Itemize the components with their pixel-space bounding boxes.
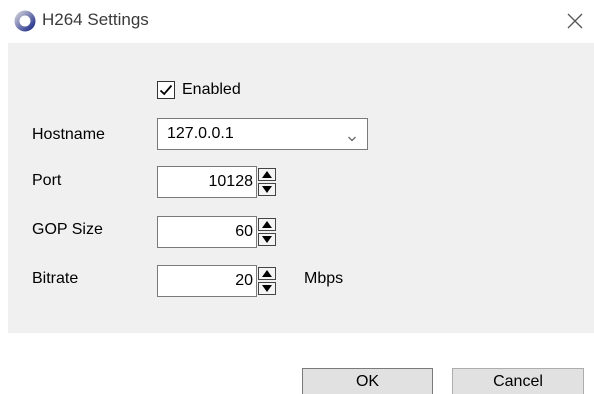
bitrate-spinbox (157, 265, 285, 297)
bitrate-label: Bitrate (32, 270, 79, 287)
cancel-button[interactable]: Cancel (452, 368, 584, 394)
arrow-up-icon (262, 221, 272, 228)
port-input[interactable] (157, 166, 257, 198)
port-label: Port (32, 172, 62, 189)
port-decrement-button[interactable] (258, 183, 276, 196)
port-spinbox (157, 166, 285, 198)
arrow-down-icon (262, 285, 272, 292)
enabled-label: Enabled (182, 81, 241, 98)
gop-size-label: GOP Size (32, 221, 103, 238)
hostname-value: 127.0.0.1 (167, 125, 234, 142)
gop-size-increment-button[interactable] (258, 218, 276, 231)
title-bar: H264 Settings (0, 0, 594, 42)
arrow-down-icon (262, 236, 272, 243)
checkmark-icon (159, 84, 173, 96)
bitrate-increment-button[interactable] (258, 267, 276, 280)
arrow-up-icon (262, 270, 272, 277)
arrow-down-icon (262, 186, 272, 193)
close-icon (567, 13, 583, 29)
bitrate-input[interactable] (157, 265, 257, 297)
bitrate-decrement-button[interactable] (258, 282, 276, 295)
chevron-down-icon (347, 130, 357, 148)
enabled-checkbox[interactable] (157, 81, 175, 99)
window-title: H264 Settings (42, 10, 149, 29)
app-icon (14, 10, 36, 32)
gop-size-decrement-button[interactable] (258, 233, 276, 246)
hostname-combobox[interactable]: 127.0.0.1 (157, 118, 368, 150)
gop-size-spinbox (157, 216, 285, 248)
ok-button[interactable]: OK (302, 368, 433, 394)
settings-panel (8, 43, 594, 333)
close-button[interactable] (560, 6, 590, 36)
gop-size-input[interactable] (157, 216, 257, 248)
enabled-checkbox-row[interactable]: Enabled (157, 79, 241, 101)
arrow-up-icon (262, 171, 272, 178)
hostname-label: Hostname (32, 126, 105, 143)
port-increment-button[interactable] (258, 168, 276, 181)
bitrate-unit-label: Mbps (304, 270, 344, 287)
